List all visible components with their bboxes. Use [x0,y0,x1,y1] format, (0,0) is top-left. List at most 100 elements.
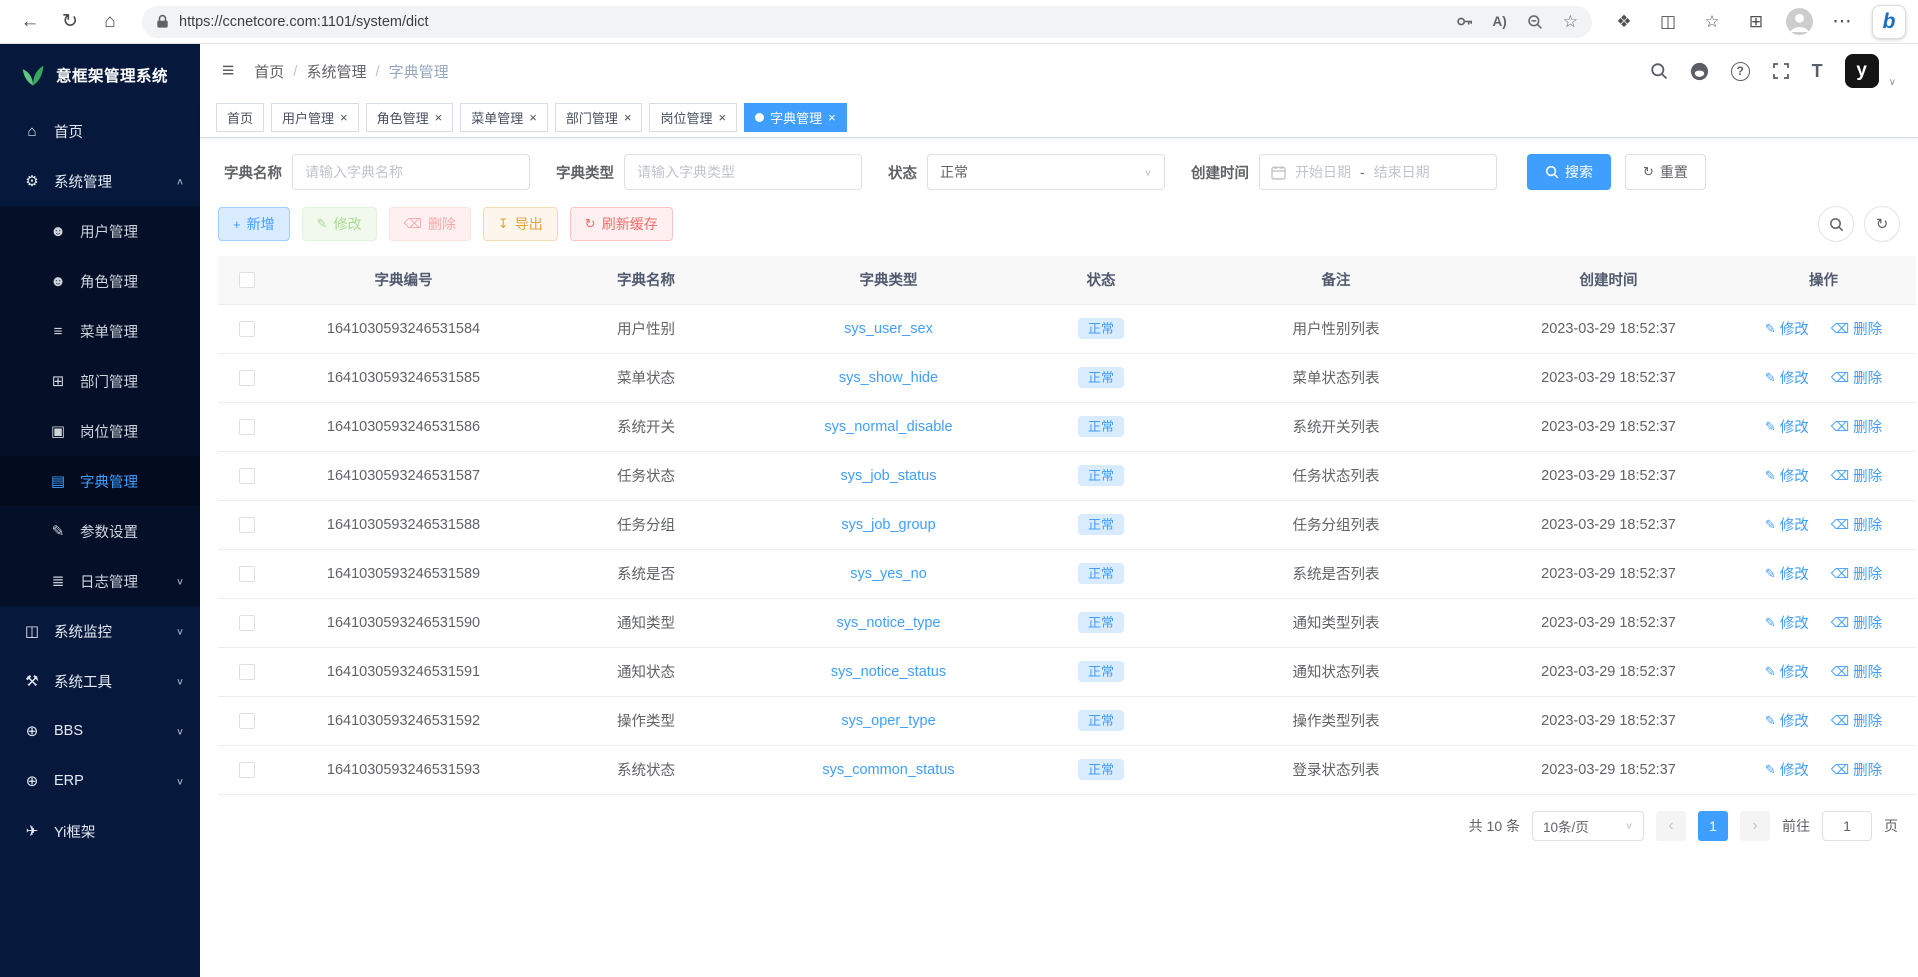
sidebar-item-user-mgmt[interactable]: ☻ 用户管理 [0,206,200,256]
bing-sidebar-icon[interactable]: b [1872,5,1906,39]
dict-type-link[interactable]: sys_yes_no [850,566,927,582]
split-screen-icon[interactable]: ◫ [1650,4,1686,40]
table-row[interactable]: 1641030593246531592 操作类型 sys_oper_type 正… [218,696,1916,745]
user-avatar[interactable]: y [1845,54,1879,88]
favorites-bar-icon[interactable]: ☆ [1694,4,1730,40]
row-delete-link[interactable]: ⌫删除 [1831,318,1882,339]
sidebar-item-log-mgmt[interactable]: ≣ 日志管理 ∨ [0,556,200,606]
browser-reload-icon[interactable]: ↻ [52,4,88,40]
page-size-select[interactable]: 10条/页 ∨ [1532,811,1644,841]
dict-type-link[interactable]: sys_normal_disable [824,419,952,435]
zoom-icon[interactable] [1527,14,1543,30]
row-checkbox[interactable] [239,566,255,582]
row-checkbox[interactable] [239,321,255,337]
sidebar-item-param-settings[interactable]: ✎ 参数设置 [0,506,200,556]
dict-type-input[interactable] [624,154,862,190]
font-size-icon[interactable]: T [1812,61,1823,82]
tab[interactable]: 菜单管理 × [460,103,548,132]
tab-close-icon[interactable]: × [718,111,726,124]
dict-type-link[interactable]: sys_show_hide [839,370,938,386]
browser-back-icon[interactable]: ← [12,4,48,40]
tab[interactable]: 字典管理 × [744,103,847,132]
current-page[interactable]: 1 [1698,811,1728,841]
table-row[interactable]: 1641030593246531589 系统是否 sys_yes_no 正常 系… [218,549,1916,598]
export-button[interactable]: ↧ 导出 [483,207,558,241]
sidebar-item-post-mgmt[interactable]: ▣ 岗位管理 [0,406,200,456]
sidebar-item-role-mgmt[interactable]: ☻ 角色管理 [0,256,200,306]
delete-button[interactable]: ⌫ 删除 [389,207,471,241]
browser-menu-icon[interactable]: ⋯ [1824,4,1860,40]
tab[interactable]: 首页 [216,103,264,132]
row-edit-link[interactable]: ✎修改 [1765,661,1809,682]
sidebar-item-menu-mgmt[interactable]: ≡ 菜单管理 [0,306,200,356]
row-checkbox[interactable] [239,664,255,680]
sidebar-item-system-monitor[interactable]: ◫ 系统监控 ∨ [0,606,200,656]
prev-page-button[interactable]: ‹ [1656,811,1686,841]
dict-type-link[interactable]: sys_notice_status [831,664,946,680]
sidebar-item-bbs[interactable]: ⊕ BBS ∨ [0,706,200,756]
status-select[interactable]: 正常 ∨ [927,154,1165,190]
tab[interactable]: 用户管理 × [271,103,359,132]
row-edit-link[interactable]: ✎修改 [1765,514,1809,535]
tab-close-icon[interactable]: × [529,111,537,124]
tab-close-icon[interactable]: × [340,111,348,124]
row-checkbox[interactable] [239,713,255,729]
table-row[interactable]: 1641030593246531588 任务分组 sys_job_group 正… [218,500,1916,549]
tab[interactable]: 角色管理 × [366,103,454,132]
tab[interactable]: 部门管理 × [555,103,643,132]
collections-icon[interactable]: ⊞ [1738,4,1774,40]
github-icon[interactable] [1690,62,1709,81]
dict-type-link[interactable]: sys_oper_type [841,713,935,729]
select-all-checkbox[interactable] [239,272,255,288]
row-delete-link[interactable]: ⌫删除 [1831,710,1882,731]
row-checkbox[interactable] [239,370,255,386]
row-edit-link[interactable]: ✎修改 [1765,759,1809,780]
sidebar-item-erp[interactable]: ⊕ ERP ∨ [0,756,200,806]
dict-type-link[interactable]: sys_user_sex [844,321,933,337]
read-aloud-icon[interactable]: A) [1493,14,1507,29]
help-icon[interactable]: ? [1731,62,1750,81]
sidebar-item-yi-framework[interactable]: ✈ Yi框架 [0,806,200,856]
tab-close-icon[interactable]: × [828,111,836,124]
browser-home-icon[interactable]: ⌂ [92,4,128,40]
favorites-add-star-icon[interactable]: ☆ [1563,12,1578,32]
tab[interactable]: 岗位管理 × [649,103,737,132]
table-row[interactable]: 1641030593246531591 通知状态 sys_notice_stat… [218,647,1916,696]
refresh-table-button[interactable]: ↻ [1864,206,1900,242]
dict-type-link[interactable]: sys_job_group [841,517,935,533]
toggle-search-button[interactable] [1818,206,1854,242]
row-delete-link[interactable]: ⌫删除 [1831,661,1882,682]
dict-type-link[interactable]: sys_common_status [822,762,954,778]
sidebar-item-dept-mgmt[interactable]: ⊞ 部门管理 [0,356,200,406]
row-edit-link[interactable]: ✎修改 [1765,612,1809,633]
reset-button[interactable]: ↻ 重置 [1625,154,1706,190]
dict-type-link[interactable]: sys_job_status [841,468,937,484]
table-row[interactable]: 1641030593246531585 菜单状态 sys_show_hide 正… [218,353,1916,402]
edit-button[interactable]: ✎ 修改 [302,207,377,241]
row-edit-link[interactable]: ✎修改 [1765,563,1809,584]
add-button[interactable]: + 新增 [218,207,290,241]
row-checkbox[interactable] [239,468,255,484]
row-edit-link[interactable]: ✎修改 [1765,367,1809,388]
sidebar-item-home[interactable]: ⌂ 首页 [0,106,200,156]
row-checkbox[interactable] [239,517,255,533]
row-delete-link[interactable]: ⌫删除 [1831,367,1882,388]
next-page-button[interactable]: › [1740,811,1770,841]
breadcrumb-item[interactable]: 首页 [254,61,284,82]
row-delete-link[interactable]: ⌫删除 [1831,612,1882,633]
tab-close-icon[interactable]: × [435,111,443,124]
sidebar-item-system-tools[interactable]: ⚒ 系统工具 ∨ [0,656,200,706]
password-key-icon[interactable] [1456,13,1473,30]
sidebar-item-dict-mgmt[interactable]: ▤ 字典管理 [0,456,200,506]
table-row[interactable]: 1641030593246531584 用户性别 sys_user_sex 正常… [218,304,1916,353]
sidebar-toggle-icon[interactable]: ≡ [222,59,234,83]
extensions-icon[interactable]: ❖ [1606,4,1642,40]
address-bar[interactable]: https://ccnetcore.com:1101/system/dict A… [142,6,1592,38]
row-delete-link[interactable]: ⌫删除 [1831,465,1882,486]
search-icon[interactable] [1650,62,1668,80]
row-edit-link[interactable]: ✎修改 [1765,710,1809,731]
row-checkbox[interactable] [239,419,255,435]
tab-close-icon[interactable]: × [624,111,632,124]
dict-type-link[interactable]: sys_notice_type [837,615,941,631]
row-delete-link[interactable]: ⌫删除 [1831,563,1882,584]
